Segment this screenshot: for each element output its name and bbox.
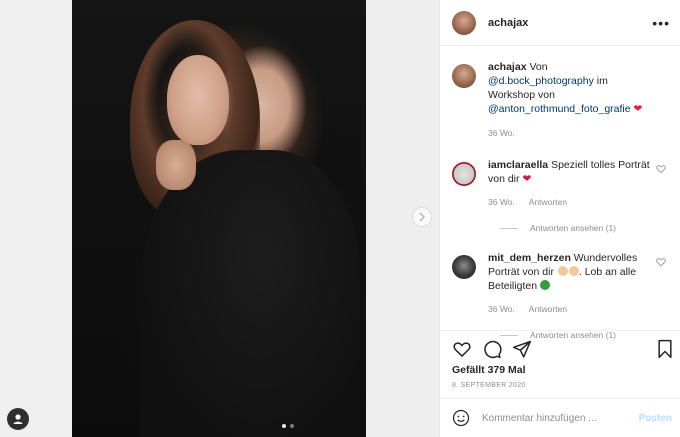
comment-avatar[interactable] <box>452 255 476 279</box>
heart-icon[interactable] <box>656 164 666 174</box>
caption-age[interactable]: 36 Wo. <box>488 126 515 140</box>
comment-age[interactable]: 36 Wo. <box>488 195 515 209</box>
carousel-indicator <box>282 424 294 428</box>
comment-username[interactable]: iamclaraella <box>488 159 548 171</box>
comment-item: mit_dem_herzen Wundervolles Porträt von … <box>452 251 672 316</box>
reply-button[interactable]: Antworten <box>529 195 567 209</box>
post-actions: Gefällt 379 Mal 8. SEPTEMBER 2020 <box>440 330 680 399</box>
chevron-right-icon <box>419 212 425 222</box>
red-heart-emoji-icon: ❤ <box>633 103 643 115</box>
photo-face <box>167 55 229 145</box>
post-date[interactable]: 8. SEPTEMBER 2020 <box>452 382 526 389</box>
caption-avatar[interactable] <box>452 64 476 88</box>
person-icon <box>13 414 23 424</box>
caption-mention-2[interactable]: @anton_rothmund_foto_grafie <box>488 103 631 115</box>
photo-sweater <box>140 150 360 437</box>
clap-emoji-icon <box>557 266 568 276</box>
comment-age[interactable]: 36 Wo. <box>488 302 515 316</box>
carousel-dot-active <box>282 424 286 428</box>
comment-username[interactable]: mit_dem_herzen <box>488 252 571 264</box>
comment-input[interactable]: Kommentar hinzufügen ... <box>482 413 639 424</box>
share-icon[interactable] <box>512 339 532 359</box>
carousel-next-button[interactable] <box>412 207 432 227</box>
clap-emoji-icon <box>568 266 579 276</box>
post-header: achajax ••• <box>440 0 680 46</box>
heart-icon[interactable] <box>656 257 666 267</box>
post-comment-button[interactable]: Posten <box>639 413 672 424</box>
like-count[interactable]: Gefällt 379 Mal <box>452 364 526 376</box>
post-side-panel: achajax ••• achajax Von @d.bock_photogra… <box>439 0 680 437</box>
caption: achajax Von @d.bock_photography im Works… <box>452 60 672 140</box>
comment-list: achajax Von @d.bock_photography im Works… <box>452 60 672 340</box>
comment-avatar[interactable] <box>452 162 476 186</box>
reply-button[interactable]: Antworten <box>529 302 567 316</box>
more-horizontal-icon[interactable]: ••• <box>652 15 670 31</box>
photo-hand <box>156 140 196 190</box>
caption-text-1: Von <box>529 61 548 73</box>
caption-mention-1[interactable]: @d.bock_photography <box>488 75 594 87</box>
emoji-smile-icon[interactable] <box>452 409 470 427</box>
author-avatar[interactable] <box>452 10 476 35</box>
bookmark-icon[interactable] <box>656 339 674 359</box>
heart-emoji-icon: ❤ <box>522 173 532 185</box>
carousel-dot <box>290 424 294 428</box>
author-username[interactable]: achajax <box>488 17 652 29</box>
replies-divider <box>500 227 518 229</box>
add-comment-bar: Kommentar hinzufügen ... Posten <box>440 398 680 437</box>
caption-username[interactable]: achajax <box>488 61 527 73</box>
like-heart-icon[interactable] <box>452 339 472 359</box>
backdrop-left <box>0 0 72 437</box>
post-photo[interactable] <box>72 0 366 437</box>
view-replies-label: Antworten ansehen (1) <box>530 223 616 233</box>
comment-icon[interactable] <box>482 339 502 359</box>
profile-icon[interactable] <box>7 408 29 430</box>
comment-item: iamclaraella Speziell tolles Porträt von… <box>452 158 672 209</box>
clover-emoji-icon <box>539 280 550 290</box>
view-replies-button[interactable]: Antworten ansehen (1) <box>500 223 672 233</box>
